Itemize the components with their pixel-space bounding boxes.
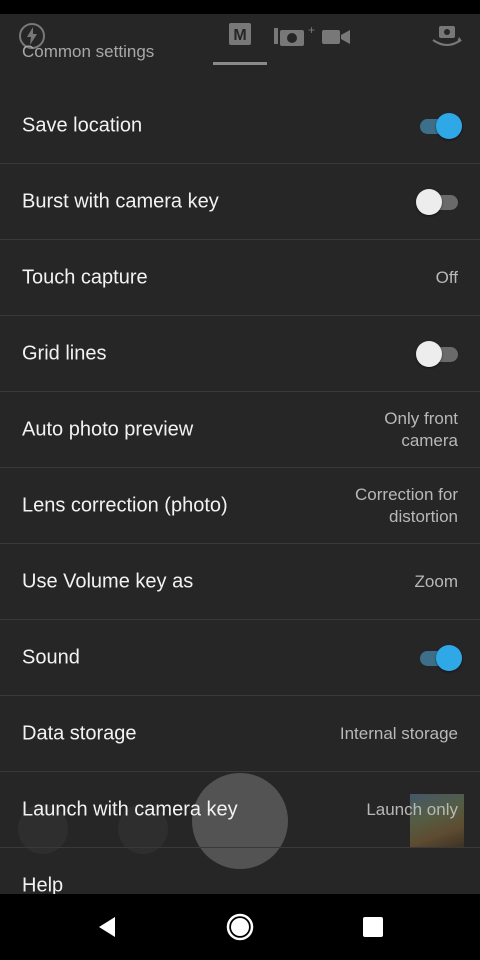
setting-value: Only front camera xyxy=(384,408,458,450)
setting-label: Launch with camera key xyxy=(22,798,238,820)
setting-value: Zoom xyxy=(414,571,458,591)
setting-volume-key[interactable]: Use Volume key as Zoom xyxy=(0,544,480,620)
recent-apps-icon[interactable] xyxy=(356,910,390,944)
setting-label: Use Volume key as xyxy=(22,570,194,592)
save-location-toggle[interactable] xyxy=(416,112,462,140)
setting-lens-correction[interactable]: Lens correction (photo) Correction for d… xyxy=(0,468,480,544)
svg-text:+: + xyxy=(308,23,315,37)
setting-auto-photo-preview[interactable]: Auto photo preview Only front camera xyxy=(0,392,480,468)
setting-label: Lens correction (photo) xyxy=(22,494,228,516)
setting-burst-camera-key[interactable]: Burst with camera key xyxy=(0,164,480,240)
mode-label: M xyxy=(233,27,246,44)
manual-mode-icon[interactable]: M xyxy=(228,22,252,51)
burst-camera-key-toggle[interactable] xyxy=(416,188,462,216)
setting-touch-capture[interactable]: Touch capture Off xyxy=(0,240,480,316)
setting-value: Internal storage xyxy=(339,723,458,743)
section-title: Common settings xyxy=(22,42,155,61)
setting-label: Help xyxy=(22,874,64,895)
setting-label: Data storage xyxy=(22,722,137,744)
setting-save-location[interactable]: Save location xyxy=(0,88,480,164)
setting-label: Auto photo preview xyxy=(22,418,194,440)
setting-value: Launch only xyxy=(366,799,458,819)
setting-grid-lines[interactable]: Grid lines xyxy=(0,316,480,392)
back-icon[interactable] xyxy=(90,910,124,944)
video-icon[interactable] xyxy=(322,22,352,55)
setting-data-storage[interactable]: Data storage Internal storage xyxy=(0,696,480,772)
setting-label: Grid lines xyxy=(22,342,107,364)
photo-plus-icon[interactable]: + xyxy=(274,22,318,55)
home-icon[interactable] xyxy=(223,910,257,944)
setting-label: Save location xyxy=(22,114,143,136)
setting-value: Off xyxy=(435,267,458,287)
navigation-bar xyxy=(0,894,480,960)
switch-camera-icon[interactable] xyxy=(430,22,464,55)
setting-label: Sound xyxy=(22,646,80,668)
status-bar-strip xyxy=(0,0,480,14)
setting-sound[interactable]: Sound xyxy=(0,620,480,696)
setting-launch-camera-key[interactable]: Launch with camera key Launch only xyxy=(0,772,480,848)
setting-label: Burst with camera key xyxy=(22,190,219,212)
camera-settings-screen: M + Common settings Save location Burst … xyxy=(0,14,480,894)
setting-label: Touch capture xyxy=(22,266,148,288)
mode-indicator xyxy=(213,62,267,65)
grid-lines-toggle[interactable] xyxy=(416,340,462,368)
setting-value: Correction for distortion xyxy=(355,484,458,526)
sound-toggle[interactable] xyxy=(416,644,462,672)
setting-help[interactable]: Help xyxy=(0,848,480,895)
